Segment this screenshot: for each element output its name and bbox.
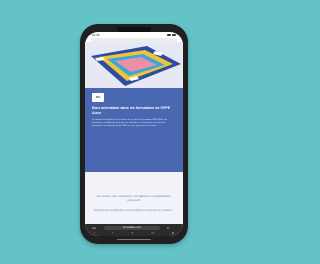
- tabs-icon[interactable]: ⧉: [172, 231, 174, 235]
- intro-card: ifffe Bien orientation dans les formatio…: [85, 88, 183, 172]
- info-text-secondary: Bénéficiez de nos dispositifs, soit cons…: [94, 209, 173, 212]
- info-text: Vos envies, votre expérience, vos diplôm…: [96, 194, 172, 202]
- home-indicator: [117, 239, 151, 240]
- organization-logo: ifffe: [92, 93, 104, 102]
- bookmarks-icon[interactable]: ▭: [151, 231, 154, 235]
- browser-nav: ‹ › ⇪ ▭ ⧉: [85, 231, 183, 236]
- logo-text: ifffe: [95, 96, 101, 99]
- address-bar[interactable]: formulaffee.com: [104, 225, 160, 230]
- status-icons: [167, 34, 176, 36]
- stadium-illustration: [85, 42, 183, 88]
- hero-illustration: [85, 42, 183, 88]
- forward-icon[interactable]: ›: [112, 231, 113, 235]
- signal-icon: [167, 34, 171, 36]
- browser-toolbar: AA formulaffee.com ↻ ‹ › ⇪ ▭ ⧉: [85, 224, 183, 236]
- phone-frame: 10:35 ifffe Bien orientation dans les fo…: [80, 24, 188, 244]
- card-body: Ce labytrin fait intitulé sur le contenu…: [92, 119, 168, 128]
- reload-icon[interactable]: ↻: [167, 226, 170, 230]
- phone-screen: 10:35 ifffe Bien orientation dans les fo…: [85, 32, 183, 236]
- battery-icon: [172, 34, 176, 36]
- share-icon[interactable]: ⇪: [131, 231, 134, 235]
- text-size-button[interactable]: AA: [92, 226, 96, 230]
- status-time: 10:35: [92, 33, 100, 37]
- card-title: Bien orientation dans les formations de …: [92, 106, 171, 115]
- back-icon[interactable]: ‹: [94, 231, 95, 235]
